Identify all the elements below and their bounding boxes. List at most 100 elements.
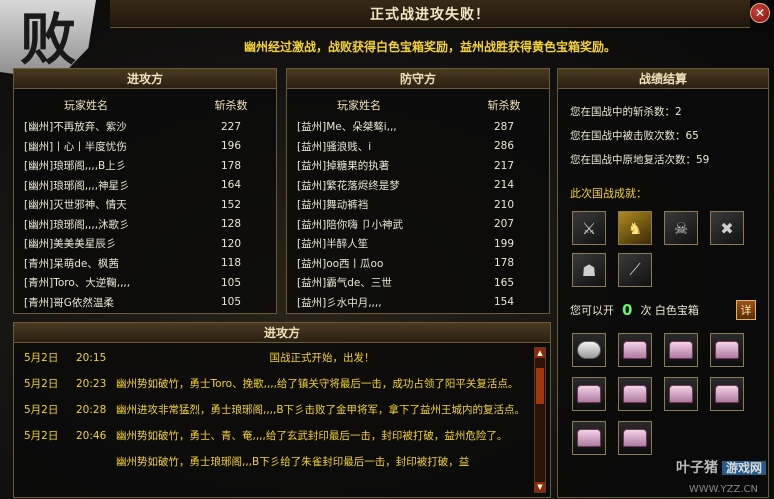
log-time: 20:28 — [76, 404, 107, 416]
player-row: [幽州]琅琊阁,,,,神星彡 164 — [14, 176, 276, 196]
chest-art — [715, 341, 739, 359]
fallen-soldier-icon[interactable]: ☗ — [572, 253, 606, 287]
player-kills: 207 — [493, 218, 515, 231]
crossed-blades-icon[interactable]: ⚔ — [572, 211, 606, 245]
player-row: [益州]掉糖果的执著 217 — [287, 156, 549, 176]
scroll-thumb[interactable] — [536, 368, 544, 404]
pink-chest-icon[interactable] — [710, 333, 744, 367]
open-suffix: 次 白色宝箱 — [640, 304, 699, 317]
player-row: [益州]繁花落烬终是梦 214 — [287, 176, 549, 196]
player-row: [益州]Me、朵桀骜i,,, 287 — [287, 117, 549, 137]
pink-chest-icon[interactable] — [664, 377, 698, 411]
stats-header: 战绩结算 — [558, 69, 768, 89]
column-player-name: 玩家姓名 — [64, 99, 108, 112]
battle-log-header: 进攻方 — [14, 323, 550, 343]
player-row: [益州]骚浪贱、i 286 — [287, 137, 549, 157]
player-kills: 118 — [220, 257, 242, 270]
player-name: [青州]Toro、大逆鞠,,,, — [24, 277, 131, 290]
column-kills: 斩杀数 — [214, 99, 248, 112]
player-row: [益州]舞动裤裆 210 — [287, 195, 549, 215]
player-row: [幽州]美美美星辰彡 120 — [14, 234, 276, 254]
battle-log[interactable]: 5月2日 20:15 国战正式开始，出发！ 5月2日 20:23 幽州势如破竹，勇士Tor… — [14, 343, 550, 497]
result-banner: 幽州经过激战，战败获得白色宝箱奖励，益州战胜获得黄色宝箱奖励。 — [110, 30, 750, 62]
player-kills: 152 — [220, 198, 242, 211]
player-row: [青州]Toro、大逆鞠,,,, 105 — [14, 273, 276, 293]
golden-warrior-icon[interactable]: ♞ — [618, 211, 652, 245]
player-kills: 286 — [493, 140, 515, 153]
log-message: 国战正式开始，出发！ — [269, 352, 375, 364]
player-name: [益州]舞动裤裆 — [297, 199, 369, 212]
chest-open-row: 您可以开 0 次 白色宝箱 详 — [558, 291, 768, 325]
player-kills: 217 — [493, 159, 515, 172]
player-name: [益州]陪你嗨 卩小神武 — [297, 218, 404, 231]
game-window: 败 正式战进攻失败！ ✕ 幽州经过激战，战败获得白色宝箱奖励，益州战胜获得黄色宝… — [0, 0, 774, 499]
scroll-down-icon[interactable]: ▼ — [535, 482, 545, 492]
pink-chest-icon[interactable] — [618, 377, 652, 411]
pink-chest-icon[interactable] — [572, 377, 606, 411]
log-scrollbar[interactable]: ▲ ▼ — [534, 347, 546, 493]
pink-chest-icon[interactable] — [618, 333, 652, 367]
player-row: [益州]oo西丨瓜oo 178 — [287, 254, 549, 274]
chest-art — [577, 385, 601, 403]
stats-panel: 战绩结算 您在国战中的斩杀数：2 您在国战中被击败次数：65 您在国战中原地复活… — [557, 68, 769, 498]
window-title: 正式战进攻失败！ — [370, 6, 490, 23]
attacker-header: 进攻方 — [14, 69, 276, 89]
log-entry: 5月2日 20:15 国战正式开始，出发！ — [24, 349, 528, 375]
chest-art — [623, 429, 647, 447]
log-message: 幽州势如破竹，勇士、青、奄,,,,给了玄武封印最后一击，封印被打破，益州危险了。 — [116, 430, 508, 442]
chest-grid — [558, 325, 768, 463]
log-entry: 5月2日 20:46 幽州势如破竹，勇士、青、奄,,,,给了玄武封印最后一击，封印被… — [24, 427, 528, 453]
scroll-up-icon[interactable]: ▲ — [535, 348, 545, 358]
silver-ingot-icon[interactable] — [572, 333, 606, 367]
pink-chest-icon[interactable] — [664, 333, 698, 367]
open-count: 0 — [622, 301, 633, 319]
log-entry: 5月2日 20:23 幽州势如破竹，勇士Toro、挽歌,,,,给了镇关守将最后一击，… — [24, 375, 528, 401]
column-player-name: 玩家姓名 — [337, 99, 381, 112]
log-entry: 幽州势如破竹，勇士琅琊阁,,,B下彡给了朱雀封印最后一击，封印被打破，益 — [24, 453, 528, 479]
log-time: 20:23 — [76, 378, 107, 390]
spear-icon[interactable]: ⟋ — [618, 253, 652, 287]
player-kills: 164 — [220, 179, 242, 192]
player-row: [幽州]灭世邪神、情天 152 — [14, 195, 276, 215]
player-name: [益州]半醉人笙 — [297, 238, 369, 251]
open-prefix: 您可以开 — [570, 304, 614, 317]
close-button[interactable]: ✕ — [750, 3, 770, 23]
stat-defeated: 您在国战中被击败次数：65 — [570, 129, 699, 142]
log-time: 20:15 — [76, 352, 107, 364]
site-watermark: 叶子猪 游戏网 — [676, 457, 766, 477]
log-message: 幽州势如破竹，勇士Toro、挽歌,,,,给了镇关守将最后一击，成功占领了阳平关复… — [116, 378, 519, 390]
chest-detail-button[interactable]: 详 — [736, 300, 756, 320]
broken-weapon-icon[interactable]: ✖ — [710, 211, 744, 245]
player-kills: 196 — [220, 140, 242, 153]
player-name: [益州]骚浪贱、i — [297, 140, 372, 153]
player-kills: 210 — [493, 198, 515, 211]
player-name: [益州]繁花落烬终是梦 — [297, 179, 400, 192]
player-name: [益州]彡水中月,,,, — [297, 296, 382, 309]
defender-panel: 防守方 玩家姓名 斩杀数 [益州]Me、朵桀骜i,,, 287 [益州]骚浪贱、i 2… — [286, 68, 550, 314]
stat-revives: 您在国战中原地复活次数：59 — [570, 153, 710, 166]
player-kills: 178 — [220, 159, 242, 172]
player-row: [青州]呆萌de、枫茜 118 — [14, 254, 276, 274]
log-message: 幽州势如破竹，勇士琅琊阁,,,B下彡给了朱雀封印最后一击，封印被打破，益 — [116, 456, 470, 468]
player-name: [幽州]美美美星辰彡 — [24, 238, 117, 251]
pink-chest-icon[interactable] — [710, 377, 744, 411]
player-kills: 199 — [493, 237, 515, 250]
defender-list: [益州]Me、朵桀骜i,,, 287 [益州]骚浪贱、i 286 [益州]掉糖果的执著 2… — [287, 117, 549, 312]
player-name: [幽州]灭世邪神、情天 — [24, 199, 127, 212]
battle-log-panel: 进攻方 5月2日 20:15 国战正式开始，出发！ 5月2日 20:23 幽州势如破竹，勇… — [13, 322, 551, 498]
beast-icon[interactable]: ☠ — [664, 211, 698, 245]
player-name: [青州]呆萌de、枫茜 — [24, 257, 119, 270]
player-row: [益州]半醉人笙 199 — [287, 234, 549, 254]
pink-chest-icon[interactable] — [618, 421, 652, 455]
player-name: [青州]哥G依然温柔 — [24, 296, 114, 309]
achievements-label: 此次国战成就： — [570, 187, 647, 200]
battle-log-list: 5月2日 20:15 国战正式开始，出发！ 5月2日 20:23 幽州势如破竹，勇士Tor… — [24, 349, 528, 479]
pink-chest-icon[interactable] — [572, 421, 606, 455]
title-bar: 正式战进攻失败！ — [110, 0, 750, 28]
chest-art — [577, 341, 601, 359]
log-time: 20:46 — [76, 430, 107, 442]
player-name: [益州]Me、朵桀骜i,,, — [297, 121, 397, 134]
player-row: [幽州]琅琊阁,,,,B上彡 178 — [14, 156, 276, 176]
player-kills: 128 — [220, 218, 242, 231]
player-name: [幽州]丨心丨半度忧伤 — [24, 140, 127, 153]
